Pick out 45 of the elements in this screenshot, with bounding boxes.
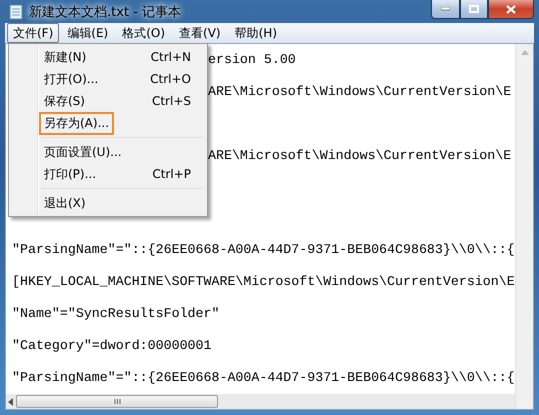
menu-item-label: 退出(X) [43,194,87,212]
menu-item-label: 另存为(A)... [39,112,114,134]
minimize-button[interactable] [431,0,460,19]
menu-item[interactable]: 新建(N) Ctrl+N [11,46,205,68]
menu-item[interactable]: 另存为(A)... [11,112,205,134]
menu-item-label: 打印(P)... [43,166,98,182]
shortcut-label: Ctrl+S [152,94,191,108]
menu-item[interactable]: 退出(X) [11,192,205,214]
minimize-icon [441,7,450,11]
shortcut-label: Ctrl+P [152,167,191,181]
text-line: "Category"=dword:00000001 [12,338,212,353]
menu-item[interactable]: 打开(O)... Ctrl+O [11,68,205,90]
menu-item[interactable]: 打印(P)... Ctrl+P [11,163,205,185]
vertical-scrollbar[interactable] [515,44,533,409]
maximize-icon [469,5,479,13]
close-button[interactable] [488,0,534,19]
close-icon [506,4,516,14]
menu-item-label: 新建(N) [43,48,88,66]
text-line: ersion 5.00 [208,52,296,67]
text-line: [HKEY_LOCAL_MACHINE\SOFTWARE\Microsoft\Windows\CurrentVersion\E [12,274,515,289]
menu-bar-item[interactable]: 查看(V) [173,23,227,43]
text-line: ARE\Microsoft\Windows\CurrentVersion\E [208,84,512,99]
left-arrow-icon [8,398,14,406]
up-arrow-icon [520,50,528,55]
scrollbar-thumb[interactable] [16,395,218,408]
menu-item[interactable]: 页面设置(U)... [11,141,205,163]
shortcut-label: Ctrl+O [150,72,191,86]
menu-item-label: 打开(O)... [43,70,100,88]
grip-icon [114,399,120,404]
menu-bar-item[interactable]: 文件(F) [7,23,60,43]
text-line: "ParsingName"="::{26EE0668-A00A-44D7-9371-BEB064C98683}\\0\\::{ [12,370,515,385]
menu-bar-item[interactable]: 帮助(H) [228,23,283,43]
text-line: ARE\Microsoft\Windows\CurrentVersion\E [208,148,512,163]
notepad-icon [9,4,23,20]
maximize-button[interactable] [460,0,488,19]
window-title: 新建文本文档.txt - 记事本 [29,4,181,20]
menu-item[interactable]: 保存(S) Ctrl+S [11,90,205,112]
shortcut-label: Ctrl+N [150,50,191,64]
horizontal-scrollbar[interactable] [6,394,515,409]
text-line: "Name"="SyncResultsFolder" [12,306,220,321]
text-line: "ParsingName"="::{26EE0668-A00A-44D7-9371-BEB064C98683}\\0\\::{ [12,242,515,257]
menu-item-label: 页面设置(U)... [43,144,123,160]
menu-bar-item[interactable]: 格式(O) [116,23,172,43]
menu-bar-item[interactable]: 编辑(E) [61,23,114,43]
menu-item-label: 保存(S) [43,92,86,110]
